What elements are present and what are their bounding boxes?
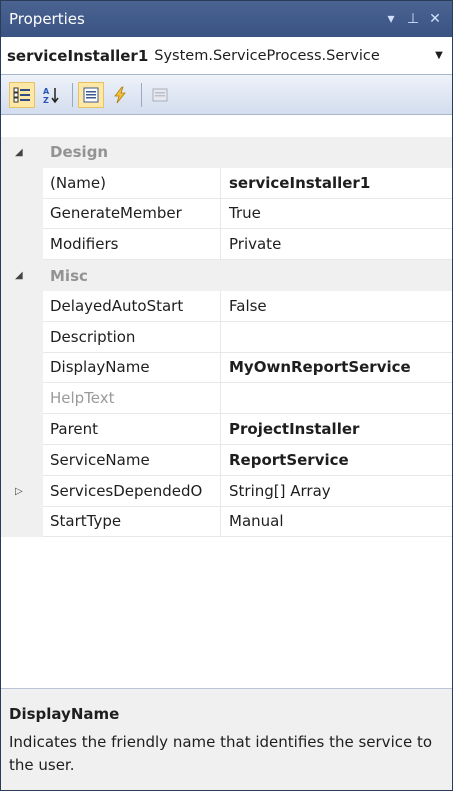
close-icon[interactable]: ✕ <box>426 11 444 27</box>
property-row[interactable]: ▷ ServicesDependedO String[] Array <box>1 475 452 507</box>
property-name[interactable]: Modifiers <box>43 229 221 261</box>
row-margin <box>1 444 43 476</box>
property-value[interactable] <box>221 322 452 353</box>
category-row-design[interactable]: ◢ Design <box>1 137 452 168</box>
property-value[interactable] <box>221 383 452 415</box>
row-margin <box>1 198 43 230</box>
object-selector[interactable]: serviceInstaller1 System.ServiceProcess.… <box>1 37 452 75</box>
row-margin <box>1 321 43 353</box>
property-grid: ◢ Design (Name) serviceInstaller1 Genera… <box>1 137 452 538</box>
property-value[interactable]: False <box>221 291 452 322</box>
property-name[interactable]: Parent <box>43 414 221 445</box>
events-icon[interactable] <box>107 82 133 108</box>
property-name[interactable]: GenerateMember <box>43 198 221 230</box>
collapse-icon[interactable]: ◢ <box>15 260 23 291</box>
window-menu-chevron-icon[interactable]: ▾ <box>382 11 400 27</box>
property-value[interactable]: Private <box>221 229 452 261</box>
property-name[interactable]: DisplayName <box>43 352 221 384</box>
description-text: Indicates the friendly name that identif… <box>9 733 433 774</box>
property-value[interactable]: serviceInstaller1 <box>221 168 452 199</box>
row-margin <box>1 414 43 445</box>
property-value[interactable]: True <box>221 199 452 230</box>
property-pages-icon[interactable] <box>147 82 173 108</box>
window-title: Properties <box>9 10 85 28</box>
object-name: serviceInstaller1 <box>7 46 149 65</box>
property-row[interactable]: Modifiers Private <box>1 229 452 261</box>
property-row[interactable]: DisplayName MyOwnReportService <box>1 352 452 384</box>
title-bar: Properties ▾ ⊥ ✕ <box>1 1 452 37</box>
collapse-icon[interactable]: ◢ <box>15 137 23 168</box>
property-row[interactable]: Description <box>1 321 452 353</box>
property-value[interactable]: MyOwnReportService <box>221 353 452 384</box>
property-row[interactable]: HelpText <box>1 383 452 415</box>
property-value[interactable]: String[] Array <box>221 476 452 507</box>
property-value[interactable]: ProjectInstaller <box>221 414 452 445</box>
property-row[interactable]: Parent ProjectInstaller <box>1 414 452 445</box>
category-name: Misc <box>50 266 88 285</box>
property-name[interactable]: (Name) <box>43 167 221 199</box>
toolbar-separator <box>141 82 142 107</box>
expand-icon[interactable]: ▷ <box>15 476 23 507</box>
svg-text:Z: Z <box>43 96 49 104</box>
property-name[interactable]: Description <box>43 321 221 353</box>
row-margin <box>1 352 43 384</box>
row-margin <box>1 167 43 199</box>
category-row-misc[interactable]: ◢ Misc <box>1 260 452 291</box>
pin-icon[interactable]: ⊥ <box>404 11 422 27</box>
description-title: DisplayName <box>9 705 120 723</box>
property-name[interactable]: ServicesDependedO <box>43 475 221 507</box>
property-row[interactable]: StartType Manual <box>1 506 452 538</box>
row-margin <box>1 506 43 538</box>
property-name[interactable]: DelayedAutoStart <box>43 290 221 322</box>
property-row[interactable]: DelayedAutoStart False <box>1 290 452 322</box>
property-row[interactable]: ServiceName ReportService <box>1 444 452 476</box>
row-margin <box>1 290 43 322</box>
property-name[interactable]: ServiceName <box>43 444 221 476</box>
alphabetical-icon[interactable]: A Z <box>38 82 64 108</box>
property-value[interactable]: ReportService <box>221 445 452 476</box>
property-row[interactable]: (Name) serviceInstaller1 <box>1 167 452 199</box>
chevron-down-icon[interactable]: ▼ <box>432 50 446 61</box>
category-name: Design <box>50 143 109 162</box>
object-type: System.ServiceProcess.Service <box>154 47 380 64</box>
toolbar-separator <box>72 82 73 107</box>
svg-text:A: A <box>43 87 50 96</box>
categorized-icon[interactable] <box>9 81 35 108</box>
property-row[interactable]: GenerateMember True <box>1 198 452 230</box>
properties-icon[interactable] <box>78 81 104 108</box>
row-margin <box>1 229 43 261</box>
property-toolbar: A Z <box>1 75 452 115</box>
property-value[interactable]: Manual <box>221 507 452 538</box>
properties-window: Properties ▾ ⊥ ✕ serviceInstaller1 Syste… <box>0 0 453 791</box>
description-pane: DisplayName Indicates the friendly name … <box>1 688 452 790</box>
property-name[interactable]: HelpText <box>43 383 221 415</box>
property-name[interactable]: StartType <box>43 506 221 538</box>
row-margin <box>1 383 43 415</box>
